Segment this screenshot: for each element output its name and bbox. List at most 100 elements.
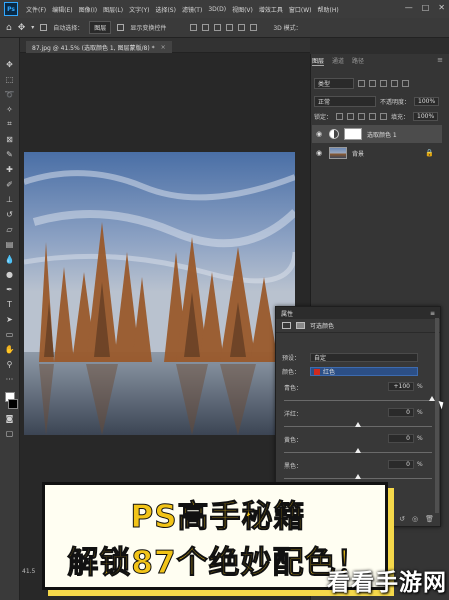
tab-layers[interactable]: 图层: [312, 56, 325, 66]
tab-paths[interactable]: 路径: [352, 56, 364, 66]
lock-image-icon[interactable]: [347, 113, 355, 120]
preset-dropdown[interactable]: 自定: [310, 353, 418, 362]
lasso-icon[interactable]: ➰: [4, 88, 16, 100]
fill-input[interactable]: 100%: [413, 112, 439, 121]
adjustment-name: 可选颜色: [310, 323, 335, 330]
document-canvas-image[interactable]: [24, 152, 295, 435]
filter-adjustment-icon[interactable]: [369, 80, 376, 87]
cypress-trees-photo: [24, 152, 295, 435]
hand-icon[interactable]: ✋: [4, 343, 16, 355]
marquee-icon[interactable]: ⬚: [4, 73, 16, 85]
filter-smart-object-icon[interactable]: [402, 80, 409, 87]
reset-icon[interactable]: ↺: [399, 515, 405, 523]
colors-dropdown[interactable]: 红色: [310, 367, 418, 376]
black-unit: %: [417, 461, 423, 468]
panel-menu-icon[interactable]: ≡: [437, 56, 443, 64]
menu-edit[interactable]: 编辑(E): [49, 5, 75, 14]
yellow-slider-knob[interactable]: [355, 448, 361, 453]
tab-channels[interactable]: 通道: [332, 56, 344, 66]
healing-brush-icon[interactable]: ✚: [4, 163, 16, 175]
close-icon[interactable]: ✕: [438, 3, 445, 12]
chevron-down-icon[interactable]: ▾: [31, 24, 34, 31]
eye-icon[interactable]: ◉: [316, 149, 324, 157]
brush-icon[interactable]: ✐: [4, 178, 16, 190]
lock-transparent-icon[interactable]: [336, 113, 344, 120]
menu-filter[interactable]: 滤镜(T): [179, 5, 205, 14]
lock-position-icon[interactable]: [358, 113, 366, 120]
rectangle-icon[interactable]: ▭: [4, 328, 16, 340]
crop-icon[interactable]: ⌗: [4, 118, 16, 130]
lock-all-icon[interactable]: [380, 113, 388, 120]
show-transform-checkbox[interactable]: [117, 24, 125, 31]
align-bottom-icon[interactable]: [250, 24, 258, 31]
filter-pixel-icon[interactable]: [358, 80, 365, 87]
home-icon[interactable]: ⌂: [6, 23, 12, 33]
black-input[interactable]: 0: [388, 460, 414, 469]
minimize-icon[interactable]: —: [405, 3, 413, 12]
panel-menu-icon[interactable]: ≡: [430, 310, 435, 317]
clone-stamp-icon[interactable]: ⊥: [4, 193, 16, 205]
tools-panel: ✥ ⬚ ➰ ✧ ⌗ ⊠ ✎ ✚ ✐ ⊥ ↺ ▱ ▤ 💧 ● ✒ T ➤ ▭ ✋ …: [0, 38, 20, 600]
type-icon[interactable]: T: [4, 298, 16, 310]
menu-help[interactable]: 帮助(H): [315, 5, 342, 14]
gradient-icon[interactable]: ▤: [4, 238, 16, 250]
zoom-icon[interactable]: ⚲: [4, 358, 16, 370]
background-color-swatch[interactable]: [7, 399, 18, 409]
eraser-icon[interactable]: ▱: [4, 223, 16, 235]
maximize-icon[interactable]: □: [422, 3, 430, 12]
magic-wand-icon[interactable]: ✧: [4, 103, 16, 115]
align-top-icon[interactable]: [226, 24, 234, 31]
filter-type-icon[interactable]: [380, 80, 387, 87]
path-selection-icon[interactable]: ➤: [4, 313, 16, 325]
layer-mask-thumbnail[interactable]: [344, 128, 362, 140]
more-tools-icon[interactable]: ···: [4, 373, 16, 385]
filter-shape-icon[interactable]: [391, 80, 398, 87]
layer-row-selective-color[interactable]: ◉ 选取颜色 1: [312, 125, 442, 143]
menu-select[interactable]: 选择(S): [152, 5, 179, 14]
blend-mode-dropdown[interactable]: 正常: [314, 96, 376, 107]
auto-select-checkbox[interactable]: [40, 24, 48, 31]
blur-icon[interactable]: 💧: [4, 253, 16, 265]
eyedropper-icon[interactable]: ✎: [4, 148, 16, 160]
layer-row-background[interactable]: ◉ 背景 🔒: [312, 144, 442, 162]
trash-icon[interactable]: 🗑: [425, 515, 434, 523]
lock-artboard-icon[interactable]: [369, 113, 377, 120]
menu-view[interactable]: 视图(V): [229, 5, 256, 14]
history-brush-icon[interactable]: ↺: [4, 208, 16, 220]
dodge-icon[interactable]: ●: [4, 268, 16, 280]
magenta-label: 洋红：: [284, 411, 303, 418]
mask-icon[interactable]: [296, 322, 305, 329]
screen-mode-icon[interactable]: ▢: [4, 427, 16, 439]
opacity-input[interactable]: 100%: [414, 97, 440, 106]
align-left-icon[interactable]: [190, 24, 198, 31]
magenta-input[interactable]: 0: [388, 408, 414, 417]
align-center-icon[interactable]: [202, 24, 210, 31]
magenta-slider-knob[interactable]: [355, 422, 361, 427]
frame-icon[interactable]: ⊠: [4, 133, 16, 145]
document-tab[interactable]: 87.jpg @ 41.5% (选取颜色 1, 图层蒙版/8) * ×: [26, 41, 172, 53]
black-slider-knob[interactable]: [355, 474, 361, 479]
eye-icon[interactable]: ◉: [316, 130, 324, 138]
menu-image[interactable]: 图像(I): [76, 5, 100, 14]
visibility-icon[interactable]: ◎: [412, 515, 418, 523]
menu-plugins[interactable]: 增效工具: [256, 5, 286, 14]
align-middle-icon[interactable]: [238, 24, 246, 31]
site-watermark: 看看手游网: [327, 570, 447, 596]
yellow-input[interactable]: 0: [388, 434, 414, 443]
cyan-slider-track[interactable]: [284, 400, 432, 401]
cyan-input[interactable]: +100: [388, 382, 414, 391]
auto-select-dropdown[interactable]: 图层: [89, 21, 112, 34]
menu-3d[interactable]: 3D(D): [205, 6, 229, 13]
align-right-icon[interactable]: [214, 24, 222, 31]
tab-close-icon[interactable]: ×: [161, 44, 166, 51]
properties-scrollbar[interactable]: [435, 318, 439, 513]
menu-layer[interactable]: 图层(L): [100, 5, 126, 14]
menu-type[interactable]: 文字(Y): [126, 5, 152, 14]
move-icon[interactable]: ✥: [4, 58, 16, 70]
menu-file[interactable]: 文件(F): [23, 5, 49, 14]
filter-kind-dropdown[interactable]: 类型: [314, 78, 354, 89]
menu-window[interactable]: 窗口(W): [286, 5, 315, 14]
pen-icon[interactable]: ✒: [4, 283, 16, 295]
quick-mask-icon[interactable]: ◙: [4, 412, 16, 424]
move-tool-icon[interactable]: ✥: [18, 23, 26, 33]
